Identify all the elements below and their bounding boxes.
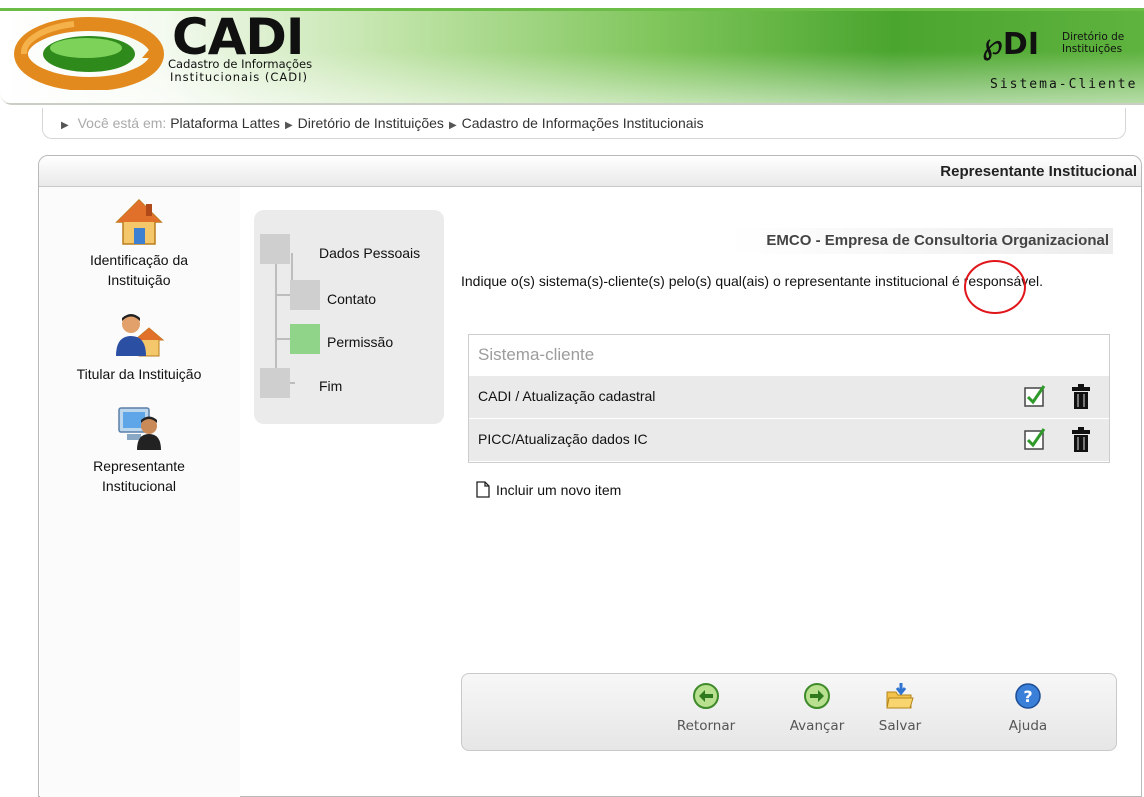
directory-text: Diretório de Instituições (1062, 31, 1124, 55)
step-dados-pessoais[interactable]: Dados Pessoais (319, 245, 420, 261)
step-marker-permissao (290, 324, 320, 354)
help-label: Ajuda (1008, 718, 1048, 734)
directory-text-line2: Instituições (1062, 43, 1123, 55)
help-button[interactable]: ? Ajuda (988, 682, 1068, 734)
row-label: PICC/Atualização dados IC (478, 431, 648, 447)
forward-button[interactable]: Avançar (777, 682, 857, 734)
save-label: Salvar (878, 718, 922, 734)
breadcrumb: ▶ Você está em: Plataforma Lattes ▶ Diretó… (42, 108, 1126, 139)
breadcrumb-item-lattes[interactable]: Plataforma Lattes (170, 115, 280, 131)
breadcrumb-item-directory[interactable]: Diretório de Instituições (298, 115, 444, 131)
client-system-label: Sistema-Cliente (990, 77, 1138, 92)
save-button[interactable]: Salvar (860, 682, 940, 734)
trash-icon[interactable] (1071, 427, 1091, 453)
breadcrumb-arrow-icon: ▶ (61, 120, 69, 131)
row-label: CADI / Atualização cadastral (478, 388, 656, 404)
directory-mark-text: DI (1002, 27, 1039, 62)
sidebar-item-label: Titular da Instituição (76, 366, 202, 382)
step-marker-dados-pessoais (260, 234, 290, 264)
edit-check-icon[interactable] (1023, 384, 1047, 408)
cadi-logo-icon (14, 17, 164, 90)
step-fim[interactable]: Fim (319, 378, 342, 394)
table-row: PICC/Atualização dados IC (469, 419, 1109, 461)
client-system-table: Sistema-cliente CADI / Atualização cadas… (468, 334, 1110, 463)
breadcrumb-arrow-icon: ▶ (284, 120, 293, 131)
organization-name: EMCO - Empresa de Consultoria Organizaci… (729, 228, 1113, 254)
back-label: Retornar (676, 718, 736, 734)
table-header: Sistema-cliente (478, 345, 595, 364)
forward-label: Avançar (789, 718, 845, 734)
back-arrow-icon (693, 683, 719, 709)
step-marker-fim (260, 368, 290, 398)
highlight-annotation (964, 260, 1026, 314)
new-document-icon (476, 481, 490, 498)
app-title: CADI (172, 8, 304, 66)
directory-logo: ℘DI Diretório de Instituições (982, 28, 1144, 64)
step-marker-contato (290, 280, 320, 310)
sidebar-item-label: Representante Institucional (93, 458, 185, 494)
step-navigator: Dados Pessoais Contato Permissão Fim (254, 210, 444, 424)
breadcrumb-arrow-icon: ▶ (448, 120, 457, 131)
panel-header: Representante Institucional (39, 156, 1141, 187)
directory-text-line1: Diretório de (1062, 31, 1125, 43)
house-icon (115, 198, 163, 245)
svg-text:?: ? (1023, 687, 1032, 706)
step-permissao[interactable]: Permissão (327, 334, 393, 350)
step-connector (275, 264, 277, 384)
table-row: CADI / Atualização cadastral (469, 376, 1109, 418)
breadcrumb-prefix: Você está em: (77, 115, 167, 131)
person-house-icon (116, 314, 165, 357)
save-folder-icon (886, 683, 914, 709)
edit-check-icon[interactable] (1023, 427, 1047, 451)
add-item-label: Incluir um novo item (496, 482, 622, 498)
panel-title: Representante Institucional (940, 163, 1137, 180)
sidebar-item-identificacao[interactable]: Identificação da Instituição (39, 196, 239, 290)
person-computer-icon (118, 407, 161, 450)
back-button[interactable]: Retornar (666, 682, 746, 734)
sidebar-item-label: Identificação da Instituição (89, 252, 189, 288)
sidebar-item-representante[interactable]: Representante Institucional (39, 402, 239, 496)
step-contato[interactable]: Contato (327, 291, 376, 307)
forward-arrow-icon (804, 683, 830, 709)
app-subtitle: Cadastro de Informações Institucionais (… (168, 58, 368, 84)
breadcrumb-item-cadi[interactable]: Cadastro de Informações Institucionais (462, 115, 704, 131)
add-item-link[interactable]: Incluir um novo item (476, 481, 621, 498)
main-panel: Representante Institucional Identificaçã… (38, 155, 1142, 797)
trash-icon[interactable] (1071, 384, 1091, 410)
directory-swirl-icon: ℘ (982, 27, 1003, 62)
help-icon: ? (1015, 683, 1041, 709)
directory-mark: ℘DI (982, 28, 1039, 62)
app-subtitle-line2: Institucionais (CADI) (170, 70, 309, 84)
action-toolbar: Retornar Avançar Salvar ? Ajuda (461, 673, 1117, 751)
sidebar-item-titular[interactable]: Titular da Instituição (39, 310, 239, 384)
